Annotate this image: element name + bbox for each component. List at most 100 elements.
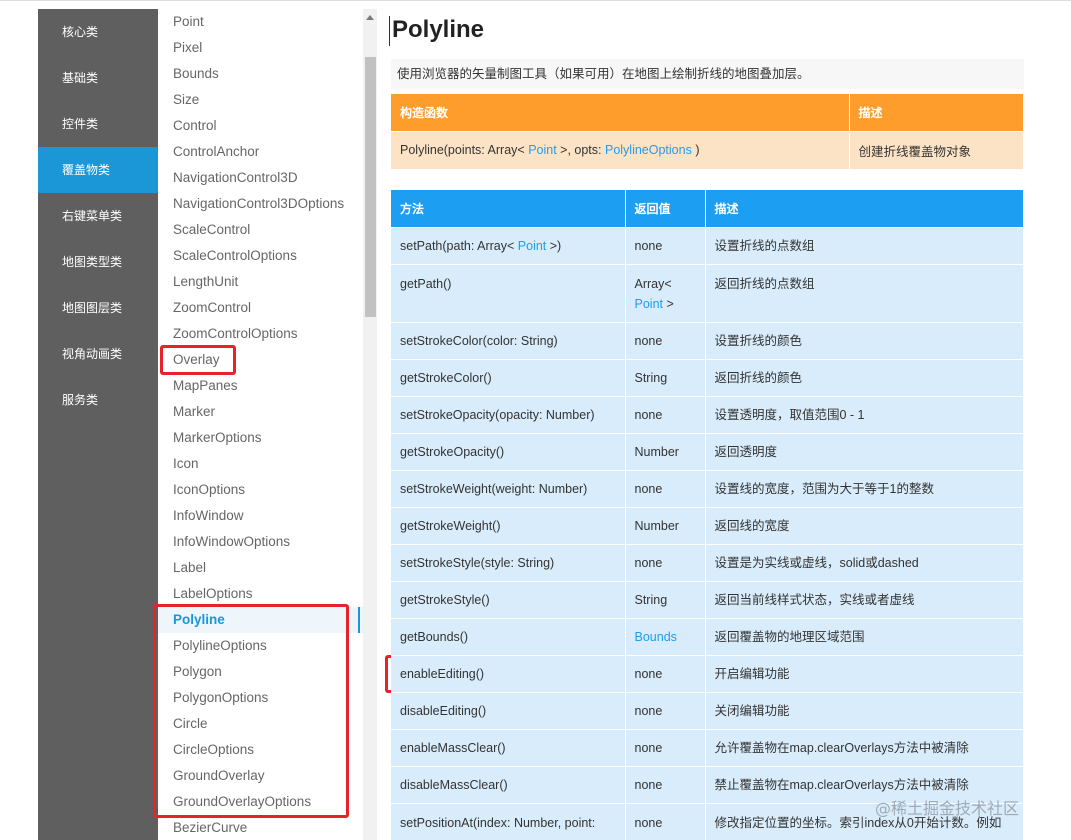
class-description: 使用浏览器的矢量制图工具（如果可用）在地图上绘制折线的地图叠加层。 [391,59,1024,89]
description-cell: 设置是为实线或虚线，solid或dashed [705,543,1024,581]
return-cell: none [625,321,706,359]
active-class-indicator [358,607,360,633]
class-item-groundoverlay[interactable]: GroundOverlay [158,763,363,789]
category-item-view-animation[interactable]: 视角动画类 [38,331,158,377]
category-item-map-layers[interactable]: 地图图层类 [38,285,158,331]
class-item-bounds[interactable]: Bounds [158,61,363,87]
table-row: setStrokeColor(color: String) none 设置折线的颜色 [391,321,1024,359]
point-link[interactable]: Point [528,143,557,157]
return-cell: String [625,580,706,618]
constructor-desc-header: 描述 [849,94,1024,131]
class-item-iconoptions[interactable]: IconOptions [158,477,363,503]
class-item-label[interactable]: Label [158,555,363,581]
class-item-circleoptions[interactable]: CircleOptions [158,737,363,763]
class-list: Point Pixel Bounds Size Control ControlAnchor… [158,9,363,840]
point-link[interactable]: Point [518,239,547,253]
class-item-point[interactable]: Point [158,9,363,35]
class-item-infowindowoptions[interactable]: InfoWindowOptions [158,529,363,555]
method-cell: getStrokeStyle() [391,580,626,618]
class-item-infowindow[interactable]: InfoWindow [158,503,363,529]
class-item-controlanchor[interactable]: ControlAnchor [158,139,363,165]
table-row: setPath(path: Array< Point >) none 设置折线的点数… [391,226,1024,264]
category-item-services[interactable]: 服务类 [38,377,158,423]
method-header: 方法 [391,190,626,227]
class-item-groundoverlayoptions[interactable]: GroundOverlayOptions [158,789,363,815]
description-cell: 允许覆盖物在map.clearOverlays方法中被清除 [705,728,1024,766]
category-item-core[interactable]: 核心类 [38,9,158,55]
return-cell: none [625,728,706,766]
class-item-mappanes[interactable]: MapPanes [158,373,363,399]
description-cell: 返回线的宽度 [705,506,1024,544]
description-cell: 返回透明度 [705,432,1024,470]
method-cell: getStrokeOpacity() [391,432,626,470]
return-cell: Number [625,506,706,544]
scrollbar-thumb[interactable] [365,57,376,317]
method-cell: disableMassClear() [391,765,626,803]
class-item-overlay[interactable]: Overlay [158,347,363,373]
return-cell: none [625,226,706,264]
class-item-markeroptions[interactable]: MarkerOptions [158,425,363,451]
method-cell: setStrokeWeight(weight: Number) [391,469,626,507]
class-item-navigationcontrol3doptions[interactable]: NavigationControl3DOptions [158,191,363,217]
category-item-overlays[interactable]: 覆盖物类 [38,147,158,193]
class-item-marker[interactable]: Marker [158,399,363,425]
bounds-link[interactable]: Bounds [635,630,677,644]
constructor-header: 构造函数 [391,94,850,131]
top-divider [0,0,1071,1]
point-link[interactable]: Point [635,297,664,311]
class-item-icon[interactable]: Icon [158,451,363,477]
class-item-beziercurve[interactable]: BezierCurve [158,815,363,840]
class-item-circle[interactable]: Circle [158,711,363,737]
methods-table: 方法 返回值 描述 setPath(path: Array< Point >) n… [391,190,1024,840]
description-cell: 开启编辑功能 [705,654,1024,692]
method-cell: setStrokeStyle(style: String) [391,543,626,581]
class-item-polygonoptions[interactable]: PolygonOptions [158,685,363,711]
method-cell: setPath(path: Array< Point >) [391,226,626,264]
category-item-map-types[interactable]: 地图类型类 [38,239,158,285]
category-item-basic[interactable]: 基础类 [38,55,158,101]
scroll-up-arrow-icon[interactable] [366,15,374,20]
class-item-zoomcontroloptions[interactable]: ZoomControlOptions [158,321,363,347]
description-cell: 返回覆盖物的地理区域范围 [705,617,1024,655]
description-cell: 设置折线的颜色 [705,321,1024,359]
method-cell: enableEditing() [391,654,626,692]
class-item-size[interactable]: Size [158,87,363,113]
class-item-lengthunit[interactable]: LengthUnit [158,269,363,295]
method-cell: getStrokeWeight() [391,506,626,544]
method-cell: disableEditing() [391,691,626,729]
class-item-zoomcontrol[interactable]: ZoomControl [158,295,363,321]
category-item-controls[interactable]: 控件类 [38,101,158,147]
class-item-polylineoptions[interactable]: PolylineOptions [158,633,363,659]
table-row: setStrokeWeight(weight: Number) none 设置线的宽… [391,469,1024,507]
table-row: enableMassClear() none 允许覆盖物在map.clearOver… [391,728,1024,766]
constructor-description: 创建折线覆盖物对象 [849,130,1024,169]
description-cell: 设置线的宽度，范围为大于等于1的整数 [705,469,1024,507]
method-cell: setStrokeOpacity(opacity: Number) [391,395,626,433]
watermark: @稀土掘金技术社区 [875,799,1020,818]
class-item-scalecontroloptions[interactable]: ScaleControlOptions [158,243,363,269]
table-row: getStrokeStyle() String 返回当前线样式状态，实线或者虚线 [391,580,1024,618]
table-row: disableEditing() none 关闭编辑功能 [391,691,1024,729]
class-item-control[interactable]: Control [158,113,363,139]
method-cell: getPath() [391,263,626,322]
description-cell: 关闭编辑功能 [705,691,1024,729]
constructor-signature: Polyline(points: Array< Point >, opts: P… [391,130,850,169]
class-item-labeloptions[interactable]: LabelOptions [158,581,363,607]
class-item-pixel[interactable]: Pixel [158,35,363,61]
return-cell: String [625,358,706,396]
class-item-scalecontrol[interactable]: ScaleControl [158,217,363,243]
category-item-context-menu[interactable]: 右键菜单类 [38,193,158,239]
page-title: Polyline [392,16,485,43]
method-cell: setStrokeColor(color: String) [391,321,626,359]
class-item-polygon[interactable]: Polygon [158,659,363,685]
method-cell: getBounds() [391,617,626,655]
desc-header: 描述 [705,190,1024,227]
return-header: 返回值 [625,190,706,227]
class-item-navigationcontrol3d[interactable]: NavigationControl3D [158,165,363,191]
table-row: setStrokeStyle(style: String) none 设置是为实线或… [391,543,1024,581]
polyline-options-link[interactable]: PolylineOptions [605,143,692,157]
text-caret [389,16,390,46]
description-cell: 设置折线的点数组 [705,226,1024,264]
class-item-polyline[interactable]: Polyline [158,607,363,633]
method-cell: setPositionAt(index: Number, point: [391,802,626,840]
